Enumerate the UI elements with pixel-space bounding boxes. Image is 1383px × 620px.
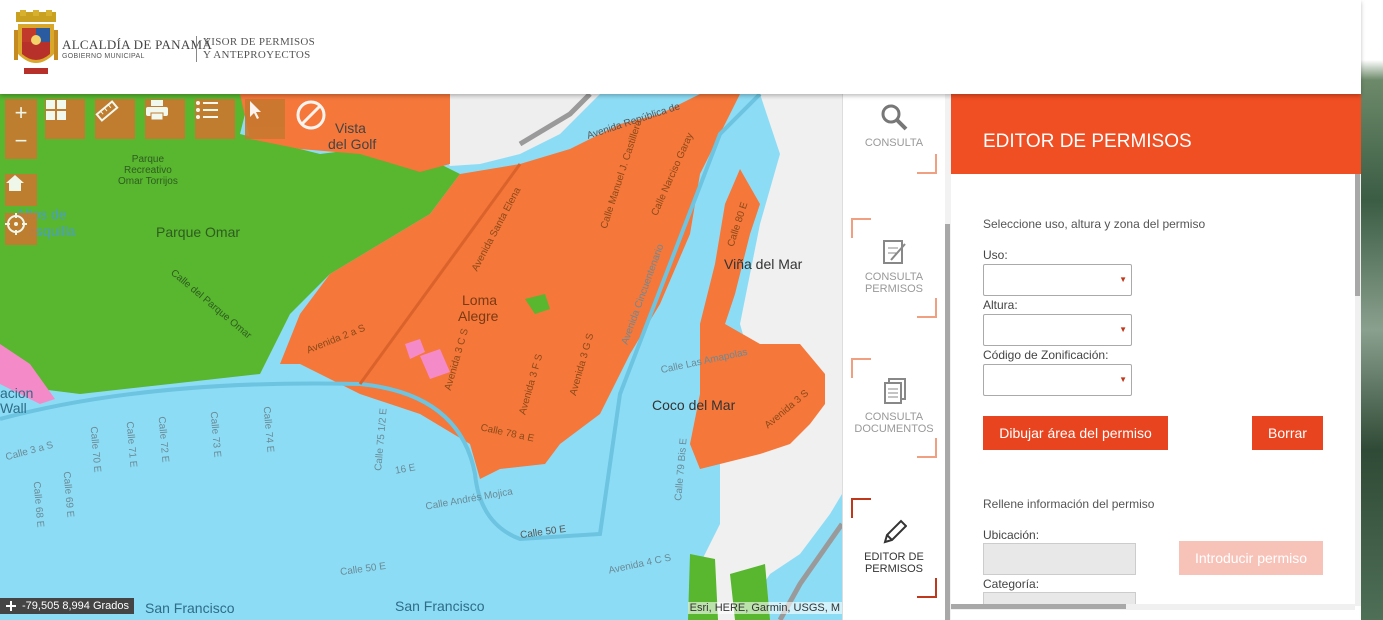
background-strip	[1361, 0, 1383, 620]
nav-item-consulta[interactable]: CONSULTA	[851, 92, 937, 174]
section-heading: Rellene información del permiso	[983, 497, 1155, 511]
prohibited-icon	[296, 100, 326, 130]
uso-select[interactable]: ▼	[983, 264, 1132, 296]
side-nav: CONSULTA CONSULTA PERMISOS CONSULTA DOCU…	[842, 94, 946, 620]
coordinates-text: -79,505 8,994 Grados	[22, 600, 130, 612]
dropdown-arrow-icon: ▼	[1119, 275, 1127, 284]
altura-label: Altura:	[983, 298, 1018, 312]
org-subtitle: GOBIERNO MUNICIPAL	[62, 53, 145, 60]
crosshair-icon	[5, 213, 27, 235]
map-label: Parque Omar	[156, 224, 241, 240]
list-icon	[196, 101, 218, 119]
documents-icon	[884, 378, 906, 404]
identify-button[interactable]	[245, 99, 285, 139]
map-label: Coco del Mar	[652, 397, 736, 413]
categoria-label: Categoría:	[983, 577, 1040, 591]
panel-scrollbar-thumb[interactable]	[1355, 174, 1360, 296]
dropdown-arrow-icon: ▼	[1119, 325, 1127, 334]
map-label: Parque Recreativo Omar Torrijos	[118, 154, 178, 187]
map-view[interactable]: Vista del Golf Parque Omar Parque Recrea…	[0, 94, 842, 620]
map-label: Loma	[462, 292, 498, 308]
introducir-permiso-button[interactable]: Introducir permiso	[1179, 541, 1323, 575]
measure-button[interactable]	[95, 99, 135, 139]
panel-horizontal-scrollbar[interactable]	[951, 604, 1355, 610]
map-attribution: Esri, HERE, Garmin, USGS, M	[687, 602, 842, 614]
editor-panel: EDITOR DE PERMISOS Seleccione uso, altur…	[951, 94, 1361, 620]
nav-corner	[851, 498, 871, 518]
app-title-line1: VISOR DE PERMISOS	[203, 36, 316, 48]
org-name: ALCALDÍA DE PANAMÁ	[62, 37, 213, 52]
document-edit-icon	[883, 240, 906, 264]
grid-icon	[46, 100, 66, 120]
coordinates-icon	[6, 601, 16, 611]
zoom-out-button[interactable]: −	[5, 127, 37, 155]
zoom-in-button[interactable]: +	[5, 99, 37, 127]
app-header: ALCALDÍA DE PANAMÁ GOBIERNO MUNICIPAL VI…	[0, 0, 1361, 94]
map-label: Viña del Mar	[724, 256, 803, 272]
dropdown-arrow-icon: ▼	[1119, 375, 1127, 384]
panel-scrollbar[interactable]	[1355, 174, 1361, 606]
clear-selection-button[interactable]	[295, 99, 335, 139]
pointer-icon	[250, 101, 261, 119]
nav-corner	[917, 438, 937, 458]
nav-corner	[917, 154, 937, 174]
nav-item-consulta-permisos[interactable]: CONSULTA PERMISOS	[851, 218, 937, 318]
panel-header: EDITOR DE PERMISOS	[951, 94, 1361, 174]
altura-select[interactable]: ▼	[983, 314, 1132, 346]
nav-corner	[917, 298, 937, 318]
clear-button[interactable]: Borrar	[1252, 416, 1323, 450]
ruler-icon	[95, 100, 119, 122]
draw-area-button[interactable]: Dibujar área del permiso	[983, 416, 1168, 450]
header-divider	[196, 36, 197, 62]
pencil-icon	[883, 519, 908, 544]
app-title-line2: Y ANTEPROYECTOS	[203, 49, 311, 61]
panel-title: EDITOR DE PERMISOS	[983, 131, 1192, 152]
nav-item-consulta-documentos[interactable]: CONSULTA DOCUMENTOS	[851, 358, 937, 458]
map-label: del Golf	[328, 136, 377, 152]
nav-label: EDITOR DE PERMISOS	[864, 551, 924, 575]
nav-label: CONSULTA	[864, 137, 924, 149]
magnifier-icon	[881, 104, 908, 131]
home-icon	[6, 175, 24, 191]
nav-corner	[917, 578, 937, 598]
zoom-control: + −	[5, 99, 37, 159]
map-label: San Francisco	[145, 600, 235, 616]
map-label: Wall	[0, 400, 27, 416]
codigo-zonificacion-label: Código de Zonificación:	[983, 348, 1109, 362]
uso-label: Uso:	[983, 248, 1008, 262]
layer-list-button[interactable]	[195, 99, 235, 139]
app-title: VISOR DE PERMISOS Y ANTEPROYECTOS	[203, 36, 315, 62]
home-button[interactable]	[5, 174, 37, 206]
map-label: acion	[0, 385, 34, 401]
nav-corner	[851, 358, 871, 378]
locate-button[interactable]	[5, 213, 37, 245]
map-label: San Francisco	[395, 598, 485, 614]
printer-icon	[146, 100, 168, 121]
nav-label: CONSULTA PERMISOS	[864, 271, 924, 295]
section-heading: Seleccione uso, altura y zona del permis…	[983, 217, 1206, 231]
map-label: Vista	[335, 120, 366, 136]
nav-item-editor-permisos[interactable]: EDITOR DE PERMISOS	[851, 498, 937, 598]
panel-horizontal-scrollbar-thumb[interactable]	[951, 604, 1126, 609]
nav-scrollbar-thumb[interactable]	[945, 224, 950, 620]
coordinate-display: -79,505 8,994 Grados	[0, 598, 135, 614]
coat-of-arms-logo	[14, 10, 58, 74]
ubicacion-label: Ubicación:	[983, 528, 1040, 542]
brand-text: ALCALDÍA DE PANAMÁ GOBIERNO MUNICIPAL	[62, 37, 212, 60]
ubicacion-input[interactable]	[983, 543, 1136, 575]
nav-corner	[851, 218, 871, 238]
basemap-gallery-button[interactable]	[45, 99, 85, 139]
map-label: Alegre	[458, 308, 499, 324]
codigo-zonificacion-select[interactable]: ▼	[983, 364, 1132, 396]
nav-label: CONSULTA DOCUMENTOS	[854, 411, 934, 435]
print-button[interactable]	[145, 99, 185, 139]
